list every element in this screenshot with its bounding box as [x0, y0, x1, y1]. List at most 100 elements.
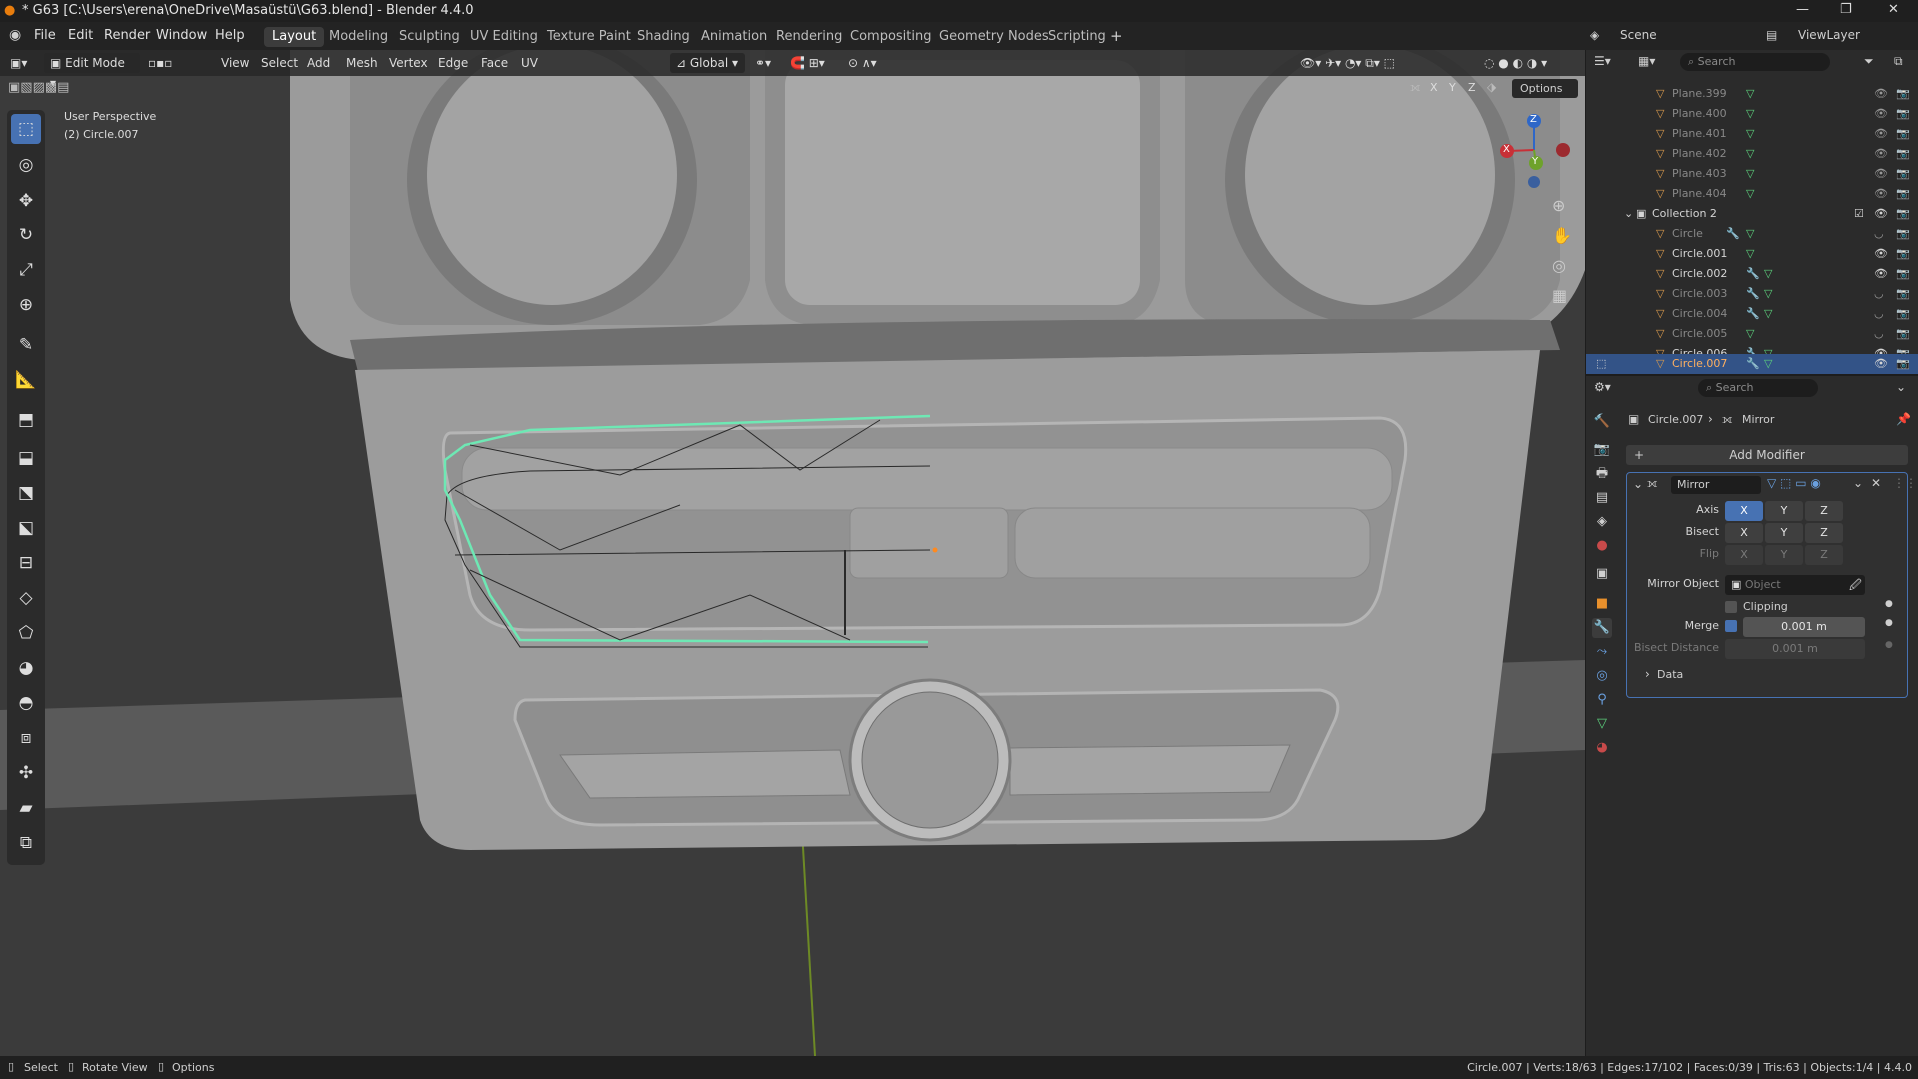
add-cube-tool-icon[interactable]: ⬒ [11, 405, 41, 435]
select-box-mode-icons[interactable]: ▣▧▨▩▤ [8, 80, 69, 95]
constraints-tab-icon[interactable]: ⚲ [1592, 690, 1612, 710]
view-layer-tab-icon[interactable]: ▤ [1592, 488, 1612, 508]
clipping-checkbox[interactable] [1725, 601, 1737, 613]
shading-mode-icons[interactable]: ◌ ● ◐ ◑ ▾ [1484, 53, 1547, 73]
bisect-distance-field[interactable]: 0.001 m [1725, 639, 1865, 659]
merge-distance-field[interactable]: 0.001 m [1743, 617, 1865, 637]
camera-view-icon[interactable]: ◎ [1552, 256, 1566, 275]
menu-help[interactable]: Help [215, 28, 245, 43]
output-tab-icon[interactable]: 🖶 [1592, 464, 1612, 484]
edge-menu[interactable]: Edge [438, 53, 468, 73]
rotate-tool-icon[interactable]: ↻ [11, 220, 41, 250]
scene-tab-icon[interactable]: ◈ [1592, 512, 1612, 532]
tab-animation[interactable]: Animation [693, 27, 775, 47]
bevel-tool-icon[interactable]: ⬕ [11, 513, 41, 543]
visibility-eye-icon[interactable]: 👁 [1874, 124, 1888, 144]
flip-x-toggle[interactable]: X [1725, 545, 1763, 565]
outliner-row[interactable]: ▽ Circle.001 ▽ 👁 📷 [1586, 244, 1918, 264]
visibility-eye-icon[interactable]: 👁 [1874, 204, 1888, 224]
transform-tool-icon[interactable]: ⊕ [11, 290, 41, 320]
close-icon[interactable]: ✕ [1888, 2, 1899, 17]
render-camera-icon[interactable]: 📷 [1896, 204, 1910, 224]
modifier-toggle-icons[interactable]: ▽ ⬚ ▭ ◉ [1767, 476, 1821, 490]
outliner-row[interactable]: ▽ Circle.004 🔧 ▽ ◡ 📷 [1586, 304, 1918, 324]
add-menu[interactable]: Add [307, 53, 330, 73]
hidden-eye-icon[interactable]: ◡ [1874, 224, 1884, 244]
hidden-eye-icon[interactable]: ◡ [1874, 324, 1884, 344]
outliner-row[interactable]: ▽ Plane.399 ▽ 👁 📷 [1586, 84, 1918, 104]
keyframe-dot-icon[interactable]: ● [1885, 618, 1893, 628]
select-box-tool-icon[interactable]: ⬚ [11, 114, 41, 144]
outliner-editor-icon[interactable]: ☰▾ [1594, 54, 1611, 68]
render-camera-icon[interactable]: 📷 [1896, 324, 1910, 344]
outliner-search[interactable]: ⌕ Search [1680, 53, 1830, 71]
new-collection-icon[interactable]: ⧉ [1894, 54, 1903, 69]
material-tab-icon[interactable]: ◕ [1592, 738, 1612, 758]
editor-type-icon[interactable]: ▣▾ [10, 53, 27, 73]
outliner-row-selected[interactable]: ⬚ ▽ Circle.007 🔧 ▽ 👁 📷 [1586, 354, 1918, 374]
knife-tool-icon[interactable]: ◇ [11, 583, 41, 613]
collapse-icon[interactable]: ⌄ [1896, 380, 1906, 394]
edge-slide-tool-icon[interactable]: ⧈ [11, 723, 41, 753]
outliner-row[interactable]: ▽ Plane.401 ▽ 👁 📷 [1586, 124, 1918, 144]
properties-search[interactable]: ⌕ Search [1698, 379, 1818, 397]
menu-render[interactable]: Render [104, 28, 150, 43]
visibility-eye-icon[interactable]: 👁 [1874, 264, 1888, 284]
display-mode-icon[interactable]: ▦▾ [1638, 54, 1655, 68]
flip-y-toggle[interactable]: Y [1765, 545, 1803, 565]
select-mode-icons[interactable]: ▫▪▫ [148, 53, 172, 73]
keyframe-dot-icon[interactable]: ● [1885, 599, 1893, 609]
hidden-eye-icon[interactable]: ◡ [1874, 284, 1884, 304]
minimize-icon[interactable]: — [1796, 2, 1809, 17]
smooth-tool-icon[interactable]: ◓ [11, 688, 41, 718]
vertex-menu[interactable]: Vertex [389, 53, 428, 73]
data-tab-icon[interactable]: ▽ [1592, 714, 1612, 734]
tab-geometry-nodes[interactable]: Geometry Nodes [931, 27, 1057, 47]
view-menu[interactable]: View [221, 53, 249, 73]
modifier-remove-icon[interactable]: ✕ [1871, 476, 1881, 490]
pan-hand-icon[interactable]: ✋ [1552, 226, 1572, 245]
tab-compositing[interactable]: Compositing [842, 27, 940, 47]
select-menu[interactable]: Select [261, 53, 298, 73]
tab-sculpting[interactable]: Sculpting [391, 27, 468, 47]
render-camera-icon[interactable]: 📷 [1896, 164, 1910, 184]
world-tab-icon[interactable]: ● [1592, 536, 1612, 556]
outliner-row[interactable]: ▽ Plane.404 ▽ 👁 📷 [1586, 184, 1918, 204]
outliner-row[interactable]: ▽ Circle 🔧 ▽ ◡ 📷 [1586, 224, 1918, 244]
pivot-icon[interactable]: ⚭▾ [755, 53, 771, 73]
render-camera-icon[interactable]: 📷 [1896, 264, 1910, 284]
filter-icon[interactable]: ⏷ [1864, 54, 1874, 69]
snap-icon[interactable]: 🧲 ⊞▾ [790, 53, 825, 73]
auto-merge-icon[interactable]: ⬗ [1487, 80, 1496, 94]
merge-checkbox[interactable] [1725, 620, 1737, 632]
visibility-eye-icon[interactable]: 👁 [1874, 84, 1888, 104]
collection-tab-icon[interactable]: ▣ [1592, 564, 1612, 584]
zoom-icon[interactable]: ⊕ [1552, 196, 1565, 215]
render-camera-icon[interactable]: 📷 [1896, 304, 1910, 324]
render-camera-icon[interactable]: 📷 [1896, 224, 1910, 244]
uv-menu[interactable]: UV [521, 53, 538, 73]
outliner-row[interactable]: ▽ Plane.400 ▽ 👁 📷 [1586, 104, 1918, 124]
extrude-tool-icon[interactable]: ⬓ [11, 443, 41, 473]
drag-handle-icon[interactable]: ⋮⋮ [1893, 476, 1917, 490]
bisect-y-toggle[interactable]: Y [1765, 523, 1803, 543]
mesh-menu[interactable]: Mesh [346, 53, 378, 73]
view-layer-name[interactable]: ViewLayer [1798, 28, 1860, 42]
particles-tab-icon[interactable]: ⤳ [1592, 642, 1612, 662]
flip-z-toggle[interactable]: Z [1805, 545, 1843, 565]
collection-row[interactable]: ⌄ ▣ Collection 2 ☑ 👁 📷 [1586, 204, 1918, 224]
render-camera-icon[interactable]: 📷 [1896, 84, 1910, 104]
pin-icon[interactable]: 📌 [1896, 412, 1911, 426]
mirror-object-field[interactable]: ▣ Object [1725, 575, 1865, 595]
include-checkbox-icon[interactable]: ☑ [1854, 204, 1864, 224]
tab-layout[interactable]: Layout [264, 27, 325, 47]
visibility-eye-icon[interactable]: 👁 [1874, 354, 1888, 374]
scene-name[interactable]: Scene [1620, 28, 1657, 42]
render-camera-icon[interactable]: 📷 [1896, 104, 1910, 124]
shrink-fatten-tool-icon[interactable]: ✣ [11, 758, 41, 788]
menu-window[interactable]: Window [156, 28, 207, 43]
keyframe-dot-icon[interactable]: ● [1885, 640, 1893, 650]
face-menu[interactable]: Face [481, 53, 508, 73]
data-expand-icon[interactable]: › [1645, 667, 1650, 681]
menu-file[interactable]: File [34, 28, 56, 43]
